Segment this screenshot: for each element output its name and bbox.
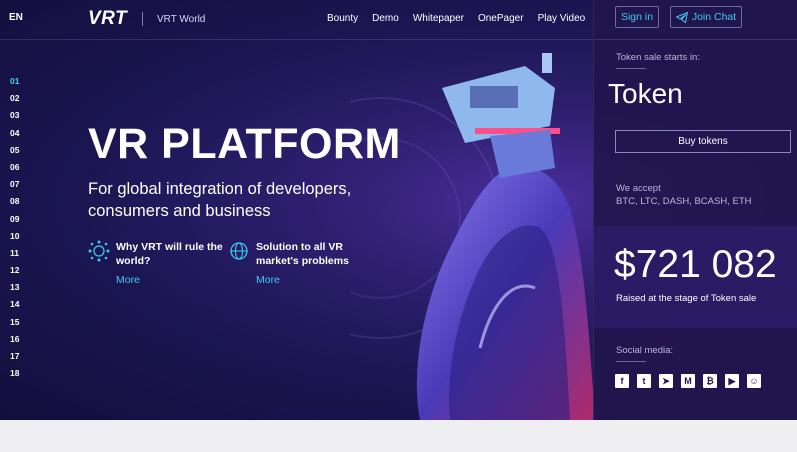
section-link-01[interactable]: 01 — [10, 76, 19, 93]
buy-tokens-button[interactable]: Buy tokens — [615, 130, 791, 153]
section-link-12[interactable]: 12 — [10, 265, 19, 282]
telegram-icon[interactable]: ➤ — [659, 374, 673, 388]
section-link-11[interactable]: 11 — [10, 248, 19, 265]
section-link-14[interactable]: 14 — [10, 299, 19, 316]
logo[interactable]: VRT — [88, 8, 127, 30]
nav-play-video[interactable]: Play Video — [538, 13, 586, 24]
bitcointalk-icon[interactable]: ₿ — [703, 374, 717, 388]
section-link-07[interactable]: 07 — [10, 179, 19, 196]
raised-amount: $721 082 — [614, 243, 777, 286]
join-chat-label: Join Chat — [691, 11, 737, 23]
logo-divider — [142, 12, 143, 26]
label-underline — [616, 68, 646, 69]
header-divider — [0, 39, 593, 40]
social-links: f t ➤ M ₿ ▶ ☺ — [615, 374, 769, 388]
section-link-08[interactable]: 08 — [10, 196, 19, 213]
telegram-icon — [675, 11, 688, 23]
join-chat-button[interactable]: Join Chat — [670, 6, 742, 28]
section-link-09[interactable]: 09 — [10, 214, 19, 231]
main-nav: Bounty Demo Whitepaper OnePager Play Vid… — [327, 13, 599, 24]
facebook-icon[interactable]: f — [615, 374, 629, 388]
section-link-17[interactable]: 17 — [10, 351, 19, 368]
accept-label: We accept — [616, 183, 661, 194]
nav-demo[interactable]: Demo — [372, 13, 399, 24]
nav-bounty[interactable]: Bounty — [327, 13, 358, 24]
network-globe-icon — [88, 240, 110, 262]
token-sale-panel: Sign in Join Chat Token sale starts in: … — [593, 0, 797, 420]
logo-subtitle: VRT World — [157, 14, 206, 25]
section-nav: 01 02 03 04 05 06 07 08 09 10 11 12 13 1… — [10, 76, 19, 385]
section-link-06[interactable]: 06 — [10, 162, 19, 179]
section-link-04[interactable]: 04 — [10, 128, 19, 145]
feature-more-link[interactable]: More — [256, 274, 280, 286]
medium-icon[interactable]: M — [681, 374, 695, 388]
reddit-icon[interactable]: ☺ — [747, 374, 761, 388]
feature-more-link[interactable]: More — [116, 274, 140, 286]
label-underline — [616, 361, 646, 362]
section-link-18[interactable]: 18 — [10, 368, 19, 385]
globe-icon — [230, 242, 248, 260]
feature-text: Solution to all VR market's problems — [256, 241, 349, 267]
section-link-15[interactable]: 15 — [10, 317, 19, 334]
page-footer-strip — [0, 420, 797, 452]
language-switch[interactable]: EN — [9, 12, 23, 23]
section-link-16[interactable]: 16 — [10, 334, 19, 351]
sale-countdown: Token — [608, 78, 683, 109]
nav-whitepaper[interactable]: Whitepaper — [413, 13, 464, 24]
nav-onepager[interactable]: OnePager — [478, 13, 524, 24]
section-link-05[interactable]: 05 — [10, 145, 19, 162]
social-label: Social media: — [616, 345, 674, 356]
accepted-currencies: BTC, LTC, DASH, BCASH, ETH — [616, 196, 752, 207]
youtube-icon[interactable]: ▶ — [725, 374, 739, 388]
section-link-03[interactable]: 03 — [10, 110, 19, 127]
twitter-icon[interactable]: t — [637, 374, 651, 388]
section-link-10[interactable]: 10 — [10, 231, 19, 248]
feature-text: Why VRT will rule the world? — [116, 241, 223, 267]
hero-subtitle: For global integration of developers, co… — [88, 180, 352, 220]
sign-in-button[interactable]: Sign in — [615, 6, 659, 28]
section-link-02[interactable]: 02 — [10, 93, 19, 110]
hero-title: VR PLATFORM — [88, 120, 401, 168]
sale-start-label: Token sale starts in: — [616, 52, 700, 63]
section-link-13[interactable]: 13 — [10, 282, 19, 299]
vr-figure-illustration — [350, 53, 595, 420]
panel-divider — [594, 39, 797, 40]
page: EN VRT VRT World Bounty Demo Whitepaper … — [0, 0, 797, 420]
raised-caption: Raised at the stage of Token sale — [616, 293, 757, 304]
